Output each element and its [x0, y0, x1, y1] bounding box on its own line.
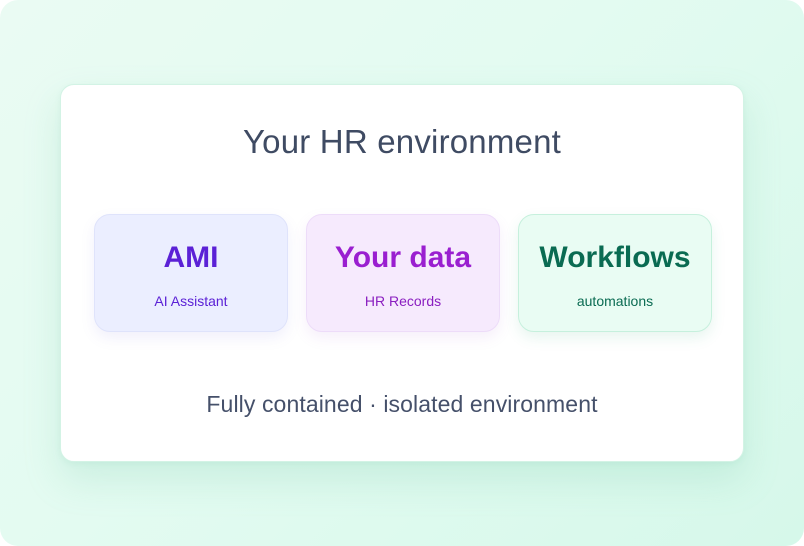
ami-card-subtitle: AI Assistant	[154, 293, 228, 309]
workflows-card: Workflows automations	[518, 214, 712, 332]
panel-title: Your HR environment	[242, 123, 562, 160]
ami-card-title: AMI	[163, 241, 219, 274]
your-data-card: Your data HR Records	[306, 214, 500, 332]
ami-card: AMI AI Assistant	[94, 214, 288, 332]
panel-caption: Fully contained · isolated environment	[206, 391, 598, 417]
your-data-card-title: Your data	[334, 241, 472, 274]
your-data-card-subtitle: HR Records	[364, 293, 442, 309]
workflows-card-subtitle: automations	[576, 293, 654, 309]
workflows-card-title: Workflows	[539, 241, 691, 274]
diagram-canvas: Your HR environment AMI AI Assistant You…	[0, 0, 804, 546]
hr-environment-panel: Your HR environment AMI AI Assistant You…	[60, 84, 744, 462]
